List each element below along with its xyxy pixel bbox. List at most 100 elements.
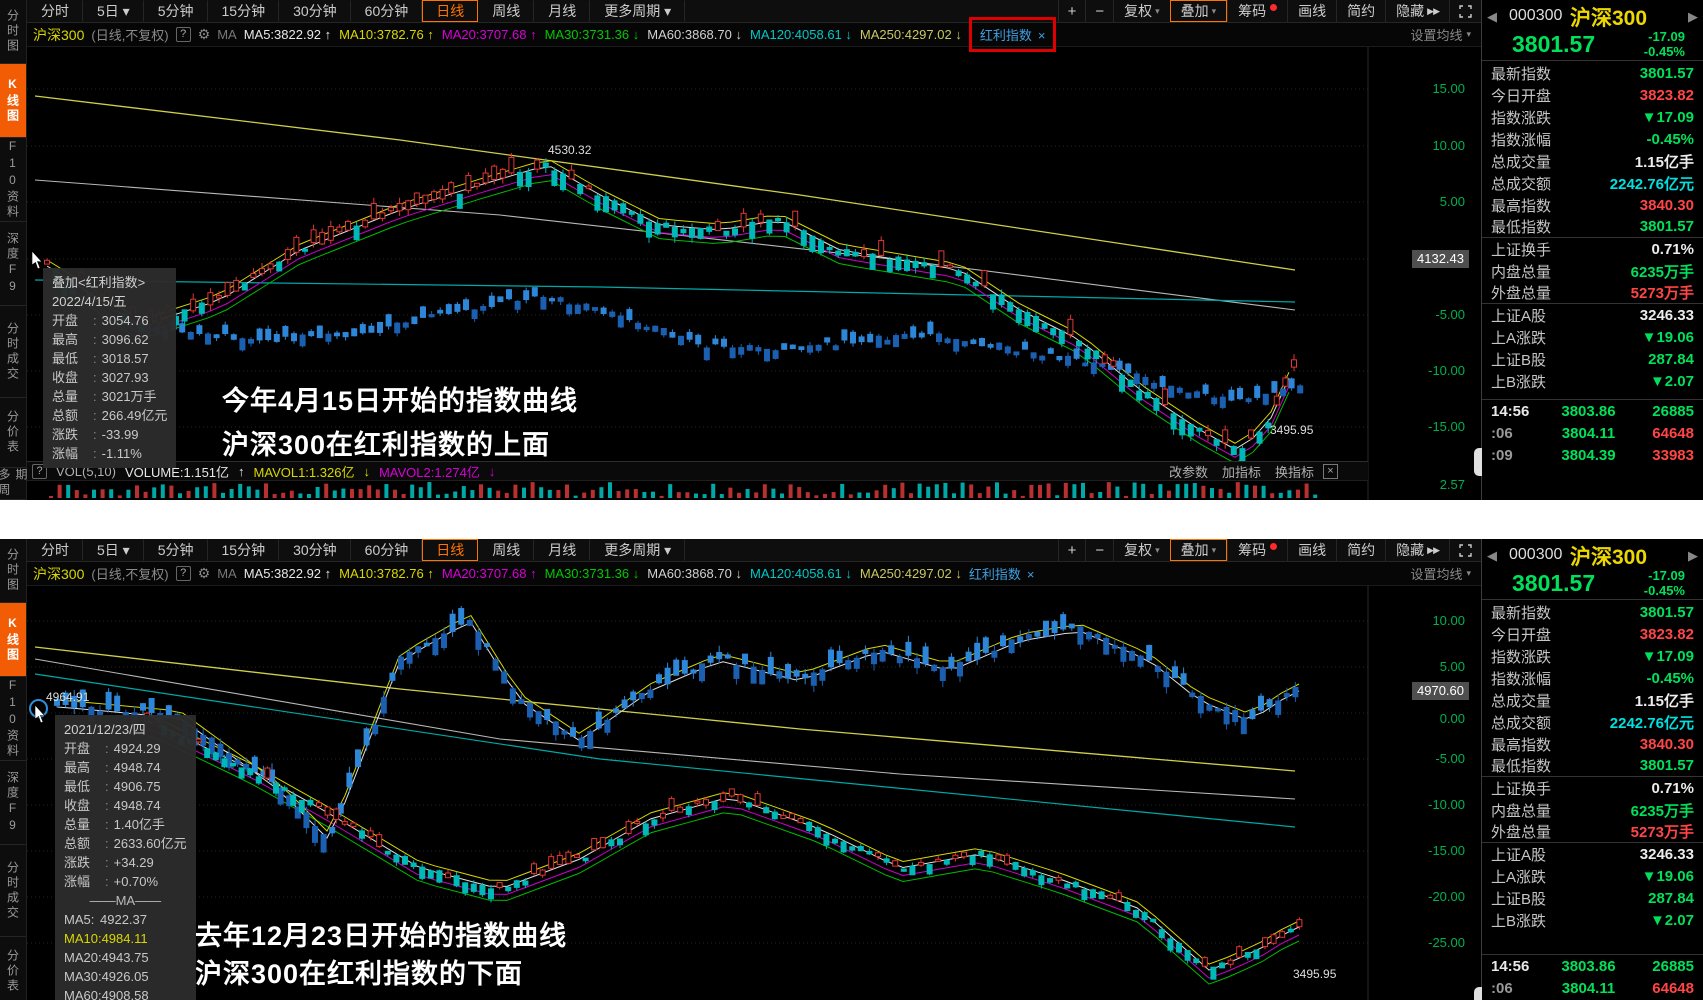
zoom-in-button[interactable]: + bbox=[1058, 0, 1086, 22]
last-price: 3801.57 bbox=[1512, 31, 1595, 58]
ma-value: MA20:3707.68 ↑ bbox=[442, 27, 537, 42]
help-icon[interactable]: ? bbox=[176, 27, 191, 42]
chart-header: 沪深300 (日线,不复权) ? ⚙ MA MA5:3822.92 ↑MA10:… bbox=[27, 23, 1481, 47]
fullscreen-button[interactable] bbox=[1449, 0, 1481, 22]
overlay-index-tab[interactable]: 红利指数× bbox=[980, 28, 1046, 43]
sidebar-item[interactable]: F10资料 bbox=[0, 677, 26, 761]
period-button[interactable]: 更多周期 ▾ bbox=[590, 539, 685, 561]
sidebar-item[interactable]: 分价表 bbox=[0, 398, 26, 468]
panel-collapse-handle[interactable] bbox=[1474, 987, 1482, 1000]
help-icon[interactable]: ? bbox=[176, 566, 191, 581]
period-button[interactable]: 60分钟 bbox=[351, 539, 423, 561]
zoom-out-button[interactable]: − bbox=[1085, 0, 1113, 22]
indicator-link[interactable]: 换指标 bbox=[1275, 462, 1314, 481]
tooltip-ma-row: MA30: 4926.05 bbox=[64, 967, 187, 986]
sidebar-item[interactable]: 深度F9 bbox=[0, 761, 26, 845]
price-change: -17.09-0.45% bbox=[1644, 29, 1685, 59]
quote-header: ◀ 000300 沪深300 ▶ 3801.57 -17.09-0.45% bbox=[1482, 539, 1703, 600]
price-change: -17.09-0.45% bbox=[1644, 568, 1685, 598]
tooltip-row: 收盘:4948.74 bbox=[64, 796, 187, 815]
panel-collapse-handle[interactable] bbox=[1474, 448, 1482, 476]
draw-line-button[interactable]: 画线 bbox=[1287, 0, 1336, 22]
prev-symbol-icon[interactable]: ◀ bbox=[1487, 9, 1497, 25]
fullscreen-button[interactable] bbox=[1449, 539, 1481, 561]
prev-symbol-icon[interactable]: ◀ bbox=[1487, 548, 1497, 564]
fuquan-label: 复权 bbox=[1124, 540, 1152, 560]
period-button[interactable]: 月线 bbox=[534, 539, 590, 561]
sidebar-item[interactable]: F10资料 bbox=[0, 138, 26, 222]
zoom-in-button[interactable]: + bbox=[1058, 539, 1086, 561]
ma-settings-button[interactable]: 设置均线▾ bbox=[1410, 564, 1471, 583]
period-button[interactable]: 日线 bbox=[422, 539, 478, 561]
gear-icon[interactable]: ⚙ bbox=[198, 565, 211, 582]
sidebar-item[interactable]: K线图 bbox=[0, 603, 26, 677]
chips-button[interactable]: 筹码 bbox=[1227, 0, 1287, 22]
hide-button[interactable]: 隐藏▶▶ bbox=[1385, 0, 1449, 22]
close-icon[interactable]: × bbox=[1027, 567, 1035, 582]
ma-settings-button[interactable]: 设置均线▾ bbox=[1410, 25, 1471, 44]
chips-button[interactable]: 筹码 bbox=[1227, 539, 1287, 561]
period-button[interactable]: 5分钟 bbox=[144, 539, 208, 561]
left-sidebar: 分时图K线图F10资料深度F9分时成交分价表多周期 bbox=[0, 0, 27, 500]
ma-label: MA bbox=[217, 27, 237, 42]
period-button[interactable]: 周线 bbox=[478, 539, 534, 561]
sidebar-item[interactable]: 深度F9 bbox=[0, 222, 26, 306]
tooltip-row: 总量:1.40亿手 bbox=[64, 815, 187, 834]
next-symbol-icon[interactable]: ▶ bbox=[1688, 9, 1698, 25]
next-symbol-icon[interactable]: ▶ bbox=[1688, 548, 1698, 564]
close-indicator-icon[interactable]: × bbox=[1323, 464, 1338, 479]
indicator-link[interactable]: 加指标 bbox=[1222, 462, 1261, 481]
fullscreen-icon bbox=[1459, 544, 1472, 557]
period-button[interactable]: 30分钟 bbox=[279, 539, 351, 561]
fuquan-button[interactable]: 复权▾ bbox=[1113, 0, 1170, 22]
sidebar-item[interactable]: 分时成交 bbox=[0, 306, 26, 398]
sidebar-item[interactable]: 分时成交 bbox=[0, 845, 26, 937]
period-button[interactable]: 60分钟 bbox=[351, 0, 423, 22]
kline-chart-top[interactable]: 15.00 10.00 5.00 4132.43 -5.00 -10.00 -1… bbox=[27, 47, 1481, 500]
period-button[interactable]: 周线 bbox=[478, 0, 534, 22]
sidebar-item[interactable]: 多周期 bbox=[0, 468, 26, 500]
hide-button[interactable]: 隐藏▶▶ bbox=[1385, 539, 1449, 561]
close-icon[interactable]: × bbox=[1038, 28, 1046, 43]
sidebar-item[interactable]: K线图 bbox=[0, 64, 26, 138]
overlay-index-tab[interactable]: 红利指数 × bbox=[969, 564, 1035, 583]
period-button[interactable]: 15分钟 bbox=[208, 0, 280, 22]
ma-value: MA5:3822.92 ↑ bbox=[244, 566, 331, 581]
period-button[interactable]: 5日 ▾ bbox=[83, 539, 144, 561]
tooltip-row: 总额:2633.60亿元 bbox=[64, 834, 187, 853]
period-button[interactable]: 更多周期 ▾ bbox=[590, 0, 685, 22]
tooltip-title: 叠加<红利指数> bbox=[52, 273, 167, 292]
tooltip-row: 最高:3096.62 bbox=[52, 330, 167, 349]
ma-value: MA20:3707.68 ↑ bbox=[442, 566, 537, 581]
indicator-link[interactable]: 改参数 bbox=[1169, 462, 1208, 481]
period-button[interactable]: 5日 ▾ bbox=[83, 0, 144, 22]
period-button[interactable]: 5分钟 bbox=[144, 0, 208, 22]
simple-mode-button[interactable]: 简约 bbox=[1336, 539, 1385, 561]
fuquan-button[interactable]: 复权▾ bbox=[1113, 539, 1170, 561]
sidebar-item[interactable]: 分时图 bbox=[0, 539, 26, 603]
overlay-index-label: 红利指数 bbox=[969, 567, 1021, 582]
tooltip-row: 开盘:3054.76 bbox=[52, 311, 167, 330]
up-arrow-icon: ↑ bbox=[238, 464, 245, 479]
period-button[interactable]: 分时 bbox=[27, 539, 83, 561]
sidebar-item[interactable]: 分价表 bbox=[0, 937, 26, 1000]
kline-chart-bottom[interactable]: 10.00 5.00 4970.60 0.00 -5.00 -10.00 -15… bbox=[27, 586, 1481, 1000]
ma-settings-label: 设置均线 bbox=[1410, 25, 1462, 44]
sidebar-item[interactable]: 分时图 bbox=[0, 0, 26, 64]
chart-mode: (日线,不复权) bbox=[91, 25, 168, 44]
overlay-button[interactable]: 叠加▾ bbox=[1170, 539, 1228, 561]
zoom-out-button[interactable]: − bbox=[1085, 539, 1113, 561]
quote-rows: 最新指数3801.57今日开盘3823.82指数涨跌▼17.09指数涨幅-0.4… bbox=[1482, 601, 1703, 931]
period-button[interactable]: 30分钟 bbox=[279, 0, 351, 22]
period-toolbar: 分时5日 ▾5分钟15分钟30分钟60分钟日线周线月线更多周期 ▾ + − 复权… bbox=[27, 539, 1481, 562]
overlay-button[interactable]: 叠加▾ bbox=[1170, 0, 1228, 22]
gear-icon[interactable]: ⚙ bbox=[198, 26, 211, 43]
period-button[interactable]: 月线 bbox=[534, 0, 590, 22]
quote-row: 总成交量1.15亿手 bbox=[1482, 689, 1703, 711]
simple-mode-button[interactable]: 简约 bbox=[1336, 0, 1385, 22]
period-button[interactable]: 分时 bbox=[27, 0, 83, 22]
period-button[interactable]: 日线 bbox=[422, 0, 478, 22]
period-button[interactable]: 15分钟 bbox=[208, 539, 280, 561]
draw-line-button[interactable]: 画线 bbox=[1287, 539, 1336, 561]
chevrons-icon: ▶▶ bbox=[1427, 545, 1439, 556]
